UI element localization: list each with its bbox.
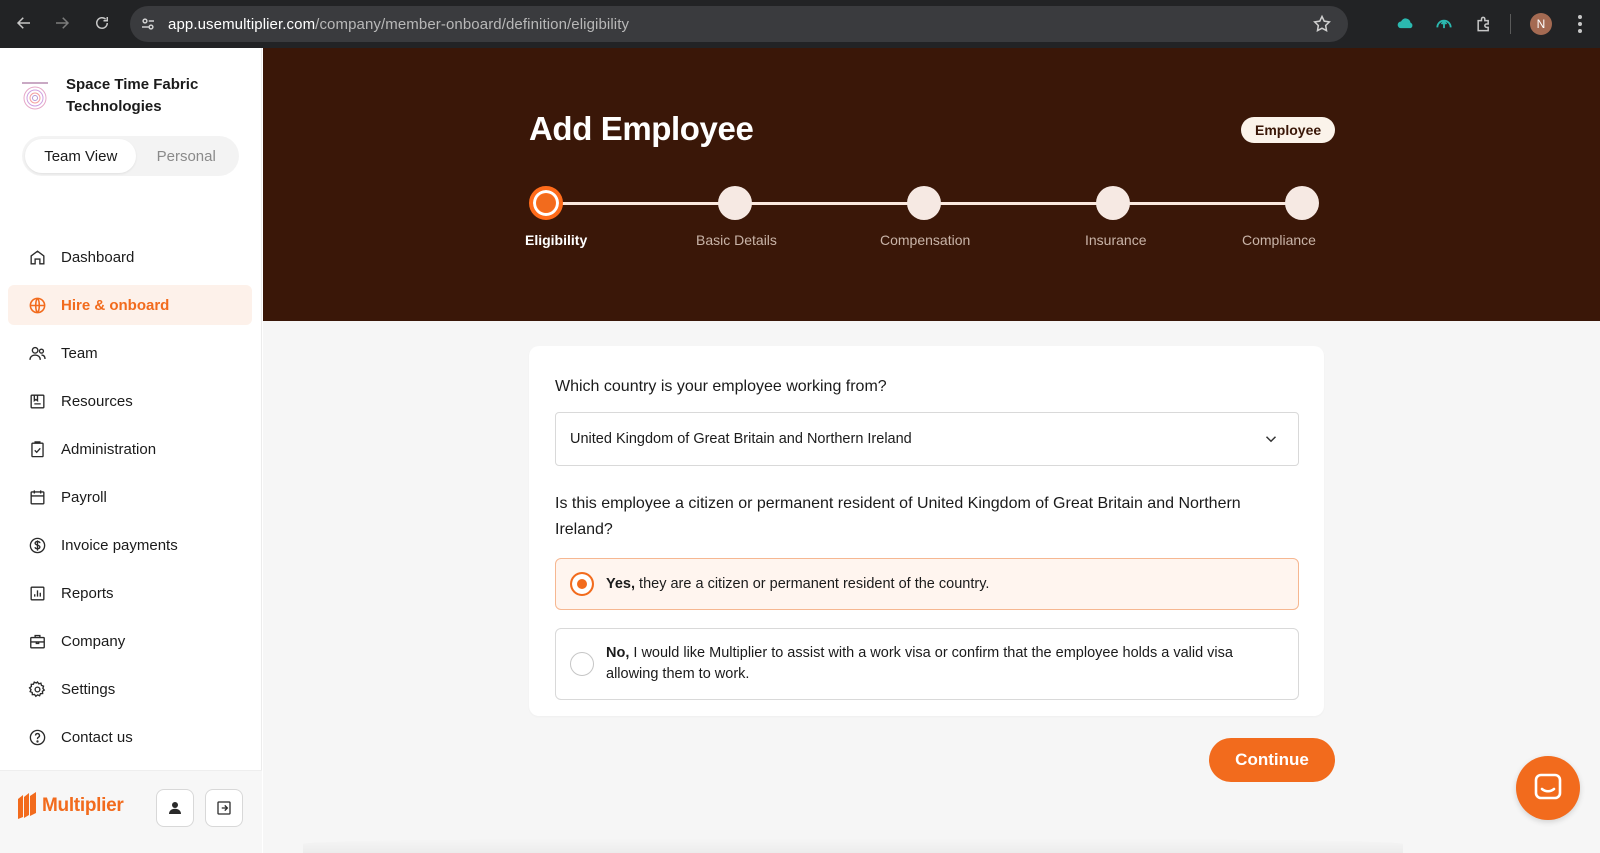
option-no-visa[interactable]: No, I would like Multiplier to assist wi… — [555, 628, 1299, 700]
site-settings-icon[interactable] — [138, 14, 158, 34]
sidebar-item-administration[interactable]: Administration — [8, 429, 252, 469]
onboarding-stepper: Eligibility Basic Details Compensation I… — [525, 186, 1324, 266]
address-bar[interactable]: app.usemultiplier.com/company/member-onb… — [130, 6, 1348, 42]
sidebar-item-resources[interactable]: Resources — [8, 381, 252, 421]
home-icon — [27, 247, 47, 267]
step-label-basic-details: Basic Details — [696, 232, 777, 248]
reload-icon[interactable] — [90, 11, 114, 35]
chat-launcher-button[interactable] — [1516, 756, 1580, 820]
browser-toolbar: app.usemultiplier.com/company/member-onb… — [0, 0, 1600, 48]
country-select-value: United Kingdom of Great Britain and Nort… — [570, 431, 912, 447]
option-yes-text: Yes, they are a citizen or permanent res… — [606, 575, 990, 592]
page-title: Add Employee — [529, 110, 754, 147]
back-icon[interactable] — [12, 11, 36, 35]
dollar-icon — [27, 535, 47, 555]
user-icon — [169, 802, 181, 814]
citizenship-question: Is this employee a citizen or permanent … — [555, 495, 1241, 538]
sidebar-item-invoice-payments[interactable]: Invoice payments — [8, 525, 252, 565]
step-label-compliance: Compliance — [1242, 232, 1316, 248]
step-basic-details[interactable] — [718, 186, 752, 220]
extensions-puzzle-icon[interactable] — [1472, 12, 1496, 36]
url-text: app.usemultiplier.com/company/member-onb… — [168, 15, 630, 33]
profile-button[interactable] — [156, 789, 194, 827]
profile-avatar[interactable]: N — [1530, 13, 1552, 35]
radio-no[interactable] — [570, 652, 594, 676]
step-eligibility[interactable] — [529, 186, 563, 220]
option-yes-citizen[interactable]: Yes, they are a citizen or permanent res… — [555, 558, 1299, 610]
option-no-text: No, I would like Multiplier to assist wi… — [606, 645, 1233, 682]
forward-icon[interactable] — [50, 11, 74, 35]
team-icon — [27, 343, 47, 363]
sidebar-item-company[interactable]: Company — [8, 621, 252, 661]
upload-extension-icon[interactable] — [1432, 12, 1456, 36]
briefcase-icon — [27, 631, 47, 651]
step-compliance[interactable] — [1285, 186, 1319, 220]
sidebar-item-contact-us[interactable]: Contact us — [8, 717, 252, 757]
country-select[interactable]: United Kingdom of Great Britain and Nort… — [555, 412, 1299, 466]
gear-icon — [27, 679, 47, 699]
page-header: Add Employee Employee Eligibility Basic … — [263, 48, 1600, 321]
view-toggle: Team View Personal — [22, 136, 239, 176]
brand-logo: Multiplier — [16, 791, 124, 821]
team-view-toggle[interactable]: Team View — [25, 139, 137, 173]
bookmark-star-icon[interactable] — [1312, 14, 1332, 34]
eligibility-card: Which country is your employee working f… — [529, 346, 1324, 716]
personal-view-toggle[interactable]: Personal — [136, 139, 236, 173]
sidebar-item-payroll[interactable]: Payroll — [8, 477, 252, 517]
chevron-down-icon — [1265, 436, 1277, 443]
org-header[interactable]: Space Time Fabric Technologies — [20, 74, 226, 118]
sidebar: Space Time Fabric Technologies Team View… — [0, 48, 262, 853]
step-label-eligibility: Eligibility — [525, 232, 588, 248]
sidebar-item-team[interactable]: Team — [8, 333, 252, 373]
sidebar-item-settings[interactable]: Settings — [8, 669, 252, 709]
main-content: Add Employee Employee Eligibility Basic … — [263, 48, 1600, 853]
continue-button[interactable]: Continue — [1209, 738, 1335, 782]
step-insurance[interactable] — [1096, 186, 1130, 220]
logout-button[interactable] — [205, 789, 243, 827]
browser-menu-icon[interactable] — [1570, 12, 1590, 36]
radio-yes[interactable] — [570, 572, 594, 596]
sidebar-nav: Dashboard Hire & onboard Team Resources … — [8, 237, 252, 765]
step-label-insurance: Insurance — [1085, 232, 1147, 248]
bottom-shadow — [303, 838, 1403, 853]
resources-icon — [27, 391, 47, 411]
chat-icon — [1534, 773, 1562, 800]
help-icon — [27, 727, 47, 747]
org-name: Space Time Fabric Technologies — [66, 76, 199, 115]
toolbar-divider — [1510, 14, 1511, 34]
org-logo-icon — [22, 82, 48, 110]
bar-chart-icon — [27, 583, 47, 603]
sidebar-item-hire-onboard[interactable]: Hire & onboard — [8, 285, 252, 325]
clipboard-check-icon — [27, 439, 47, 459]
cloud-extension-icon[interactable] — [1394, 12, 1418, 36]
logout-icon — [217, 801, 231, 815]
multiplier-logo-icon — [18, 792, 36, 819]
step-compensation[interactable] — [907, 186, 941, 220]
step-label-compensation: Compensation — [880, 232, 971, 248]
sidebar-footer: Multiplier — [0, 770, 262, 853]
sidebar-item-reports[interactable]: Reports — [8, 573, 252, 613]
sidebar-item-dashboard[interactable]: Dashboard — [8, 237, 252, 277]
employee-type-badge: Employee — [1241, 117, 1336, 143]
calendar-icon — [27, 487, 47, 507]
globe-icon — [27, 295, 47, 315]
country-question: Which country is your employee working f… — [555, 378, 887, 395]
